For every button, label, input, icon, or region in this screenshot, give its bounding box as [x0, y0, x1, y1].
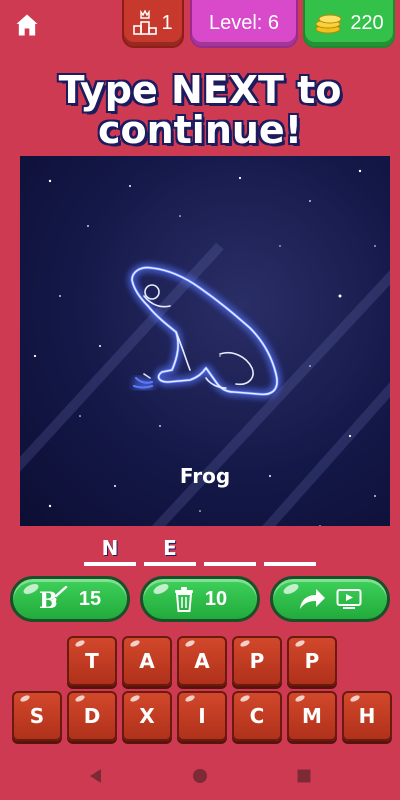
letter-tile[interactable]: D [67, 691, 117, 741]
puzzle-caption: Frog [179, 464, 231, 488]
instruction-headline: Type NEXT to continue! [0, 70, 400, 150]
podium-crown-icon [133, 10, 158, 35]
tile-letter: I [198, 704, 206, 728]
tile-letter: H [358, 704, 376, 728]
brush-letter-icon: B [39, 586, 68, 612]
answer-slots: N E [84, 534, 316, 568]
home-button[interactable] [10, 8, 44, 42]
tile-letter: A [139, 649, 155, 673]
tile-shine [19, 694, 31, 703]
tile-shine [294, 639, 306, 648]
level-badge: Level: 6 [190, 0, 298, 48]
tile-shine [129, 694, 141, 703]
tile-letter: S [29, 704, 45, 728]
level-label: Level: 6 [208, 11, 280, 34]
puzzle-image: Frog [20, 156, 390, 526]
share-arrow-icon [300, 589, 325, 609]
answer-slot-4[interactable] [264, 534, 316, 566]
answer-slot-3[interactable] [204, 534, 256, 566]
letter-tile[interactable]: S [12, 691, 62, 741]
tile-letter: P [249, 649, 265, 673]
tile-shine [294, 694, 306, 703]
headline-line-1: Type NEXT to [58, 68, 342, 112]
tile-shine [184, 694, 196, 703]
video-icon [336, 589, 362, 609]
remove-letters-button[interactable]: 10 [140, 576, 260, 622]
tile-shine [129, 639, 141, 648]
rank-badge[interactable]: 1 [122, 0, 184, 48]
coin-stack-icon [315, 14, 342, 34]
reveal-letter-cost: 15 [78, 587, 102, 610]
letter-tile[interactable]: C [232, 691, 282, 741]
letter-tile[interactable]: X [122, 691, 172, 741]
recents-icon [297, 769, 311, 783]
system-navbar [0, 752, 400, 800]
nav-home-button[interactable] [188, 764, 212, 788]
share-button[interactable] [270, 576, 390, 622]
tile-shine [239, 694, 251, 703]
headline-line-2: continue! [97, 108, 303, 152]
tile-shine [74, 639, 86, 648]
letter-tile[interactable]: P [232, 636, 282, 686]
rank-value: 1 [161, 11, 173, 34]
answer-slot-1[interactable]: N [84, 534, 136, 566]
home-icon [16, 14, 38, 36]
button-shine [22, 581, 40, 597]
home-circle-icon [193, 769, 207, 783]
coins-value: 220 [350, 11, 384, 34]
tile-shine [349, 694, 361, 703]
answer-slot-2[interactable]: E [144, 534, 196, 566]
letter-tile[interactable]: H [342, 691, 392, 741]
nav-recents-button[interactable] [292, 764, 316, 788]
reveal-letter-button[interactable]: B 15 [10, 576, 130, 622]
tile-letter: C [249, 704, 265, 728]
button-shine [152, 581, 170, 597]
tile-shine [184, 639, 196, 648]
tile-letter: M [302, 704, 322, 728]
tile-shine [74, 694, 86, 703]
letter-tile[interactable]: P [287, 636, 337, 686]
tile-letter: A [194, 649, 210, 673]
letter-tile[interactable]: A [122, 636, 172, 686]
tile-letter: D [83, 704, 101, 728]
letter-tile[interactable]: M [287, 691, 337, 741]
letter-tile[interactable]: A [177, 636, 227, 686]
back-icon [90, 769, 101, 783]
tile-letter: T [85, 649, 99, 673]
nav-back-button[interactable] [84, 764, 108, 788]
remove-letters-cost: 10 [204, 587, 228, 610]
coins-badge[interactable]: 220 [303, 0, 395, 48]
letter-tile[interactable]: I [177, 691, 227, 741]
tile-letter: P [304, 649, 320, 673]
trash-icon [174, 587, 193, 612]
tile-shine [239, 639, 251, 648]
tile-letter: X [139, 704, 155, 728]
letter-tile[interactable]: T [67, 636, 117, 686]
